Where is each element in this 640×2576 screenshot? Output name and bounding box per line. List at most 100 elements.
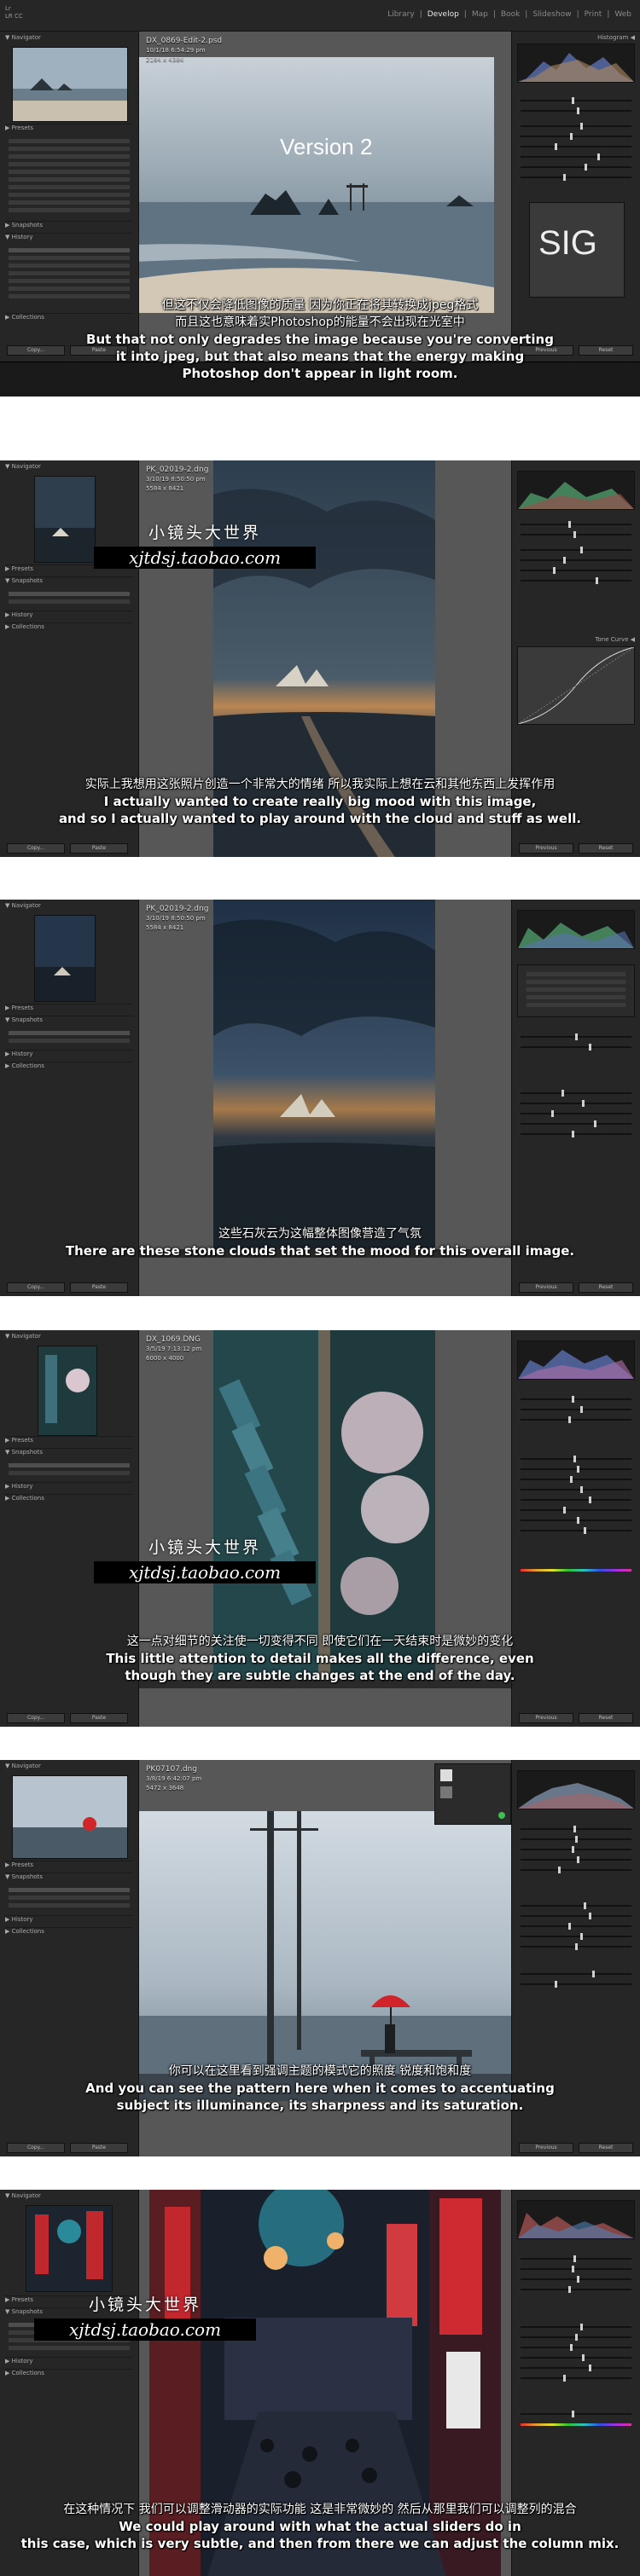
green-mix-slider[interactable] [521,2354,631,2361]
contrast-slider[interactable] [521,557,631,564]
exposure-slider[interactable] [521,123,631,130]
reset-button[interactable]: Reset [579,2143,633,2153]
navigator-thumbnail[interactable] [12,47,128,122]
snapshots-section[interactable]: ▶ Snapshots [5,221,133,230]
navigator-thumbnail[interactable] [12,1775,128,1859]
aqua-mix-slider[interactable] [521,2365,631,2371]
vibrance-slider[interactable] [521,1933,631,1940]
magenta-slider[interactable] [521,1527,631,1534]
orange-mix-slider[interactable] [521,2334,631,2341]
clarity-slider[interactable] [521,1913,631,1919]
copy-button[interactable]: Copy... [7,1282,65,1293]
contrast-slider[interactable] [521,1856,631,1863]
history-section[interactable]: ▶ History [5,1482,133,1491]
module-slideshow[interactable]: Slideshow [532,10,571,19]
paste-button[interactable]: Paste [70,1713,128,1723]
module-develop[interactable]: Develop [428,10,459,19]
exposure-slider[interactable] [521,2276,631,2283]
exposure-slider[interactable] [521,1846,631,1853]
copy-button[interactable]: Copy... [7,843,65,854]
shadows-slider[interactable] [521,577,631,584]
green-slider[interactable] [521,1486,631,1493]
collections-section[interactable]: ▶ Collections [5,2369,133,2378]
sharpness-slider[interactable] [521,1971,631,1977]
exposure-slider[interactable] [521,547,631,553]
mask-feather-slider[interactable] [521,1044,631,1051]
history-section[interactable]: ▶ History [5,1050,133,1059]
contrast-slider[interactable] [521,133,631,140]
dehaze-slider[interactable] [521,1923,631,1930]
presets-section[interactable]: ▶ Presets [5,124,133,133]
tint-slider[interactable] [521,531,631,538]
paste-button[interactable]: Paste [70,1282,128,1293]
yellow-mix-slider[interactable] [521,2344,631,2351]
red-mix-slider[interactable] [521,2324,631,2330]
yellow-slider[interactable] [521,1476,631,1483]
mask-swatch[interactable] [440,1769,452,1781]
highlights-slider[interactable] [521,567,631,574]
history-section[interactable]: ▶ History [5,1915,133,1925]
local-shadows-slider[interactable] [521,1120,631,1127]
local-contrast-slider[interactable] [521,1100,631,1107]
snapshots-section[interactable]: ▼ Snapshots [5,1016,133,1025]
blue-slider[interactable] [521,1507,631,1514]
paste-button[interactable]: Paste [70,843,128,854]
local-clarity-slider[interactable] [521,1131,631,1137]
copy-button[interactable]: Copy... [7,2143,65,2153]
orange-slider[interactable] [521,1466,631,1473]
purple-slider[interactable] [521,1517,631,1524]
previous-button[interactable]: Previous [519,1282,573,1293]
aqua-slider[interactable] [521,1496,631,1503]
tone-curve[interactable] [517,646,635,725]
navigator-thumbnail[interactable] [26,2205,113,2292]
highlights-slider[interactable] [521,143,631,150]
presets-section[interactable]: ▶ Presets [5,1436,133,1445]
paste-button[interactable]: Paste [70,2143,128,2153]
blacks-slider[interactable] [521,174,631,181]
mask-enabled-dot[interactable] [498,1812,505,1819]
red-slider[interactable] [521,1456,631,1462]
shadows-slider[interactable] [521,153,631,160]
previous-button[interactable]: Previous [519,1713,573,1723]
luminance-slider[interactable] [521,1416,631,1423]
whites-slider[interactable] [521,164,631,171]
snapshots-section[interactable]: ▼ Snapshots [5,1873,133,1882]
snapshots-section[interactable]: ▼ Snapshots [5,1448,133,1457]
collections-section[interactable]: ▶ Collections [5,1494,133,1503]
temp-slider[interactable] [521,1826,631,1832]
presets-section[interactable]: ▶ Presets [5,1004,133,1013]
tint-slider[interactable] [521,1836,631,1843]
history-section[interactable]: ▶ History [5,2357,133,2366]
previous-button[interactable]: Previous [519,2143,573,2153]
mask-amount-slider[interactable] [521,1033,631,1040]
saturation-slider[interactable] [521,1943,631,1950]
local-highlights-slider[interactable] [521,1110,631,1117]
temp-slider[interactable] [521,521,631,528]
navigator-thumbnail[interactable] [34,915,96,1002]
previous-button[interactable]: Previous [519,843,573,854]
contrast-slider[interactable] [521,2286,631,2293]
module-map[interactable]: Map [472,10,488,19]
presets-section[interactable]: ▶ Presets [5,1861,133,1870]
temp-slider[interactable] [521,2255,631,2262]
mask-options-popup[interactable] [434,1763,511,1825]
navigator-thumbnail[interactable] [38,1346,97,1436]
local-exposure-slider[interactable] [521,1090,631,1097]
module-print[interactable]: Print [585,10,602,19]
texture-slider[interactable] [521,1902,631,1909]
highlights-slider[interactable] [521,1867,631,1873]
mask-swatch[interactable] [440,1786,452,1798]
module-web[interactable]: Web [614,10,631,19]
tint-slider[interactable] [521,107,631,114]
history-section[interactable]: ▶ History [5,611,133,620]
history-section[interactable]: ▼ History [5,233,133,242]
noise-slider[interactable] [521,1981,631,1988]
navigator-thumbnail[interactable] [34,476,96,563]
reset-button[interactable]: Reset [579,1282,633,1293]
copy-button[interactable]: Copy... [7,1713,65,1723]
reset-button[interactable]: Reset [579,1713,633,1723]
collections-section[interactable]: ▶ Collections [5,1062,133,1071]
collections-section[interactable]: ▶ Collections [5,1927,133,1936]
saturation-slider[interactable] [521,1406,631,1413]
masking-panel[interactable] [517,964,635,1017]
